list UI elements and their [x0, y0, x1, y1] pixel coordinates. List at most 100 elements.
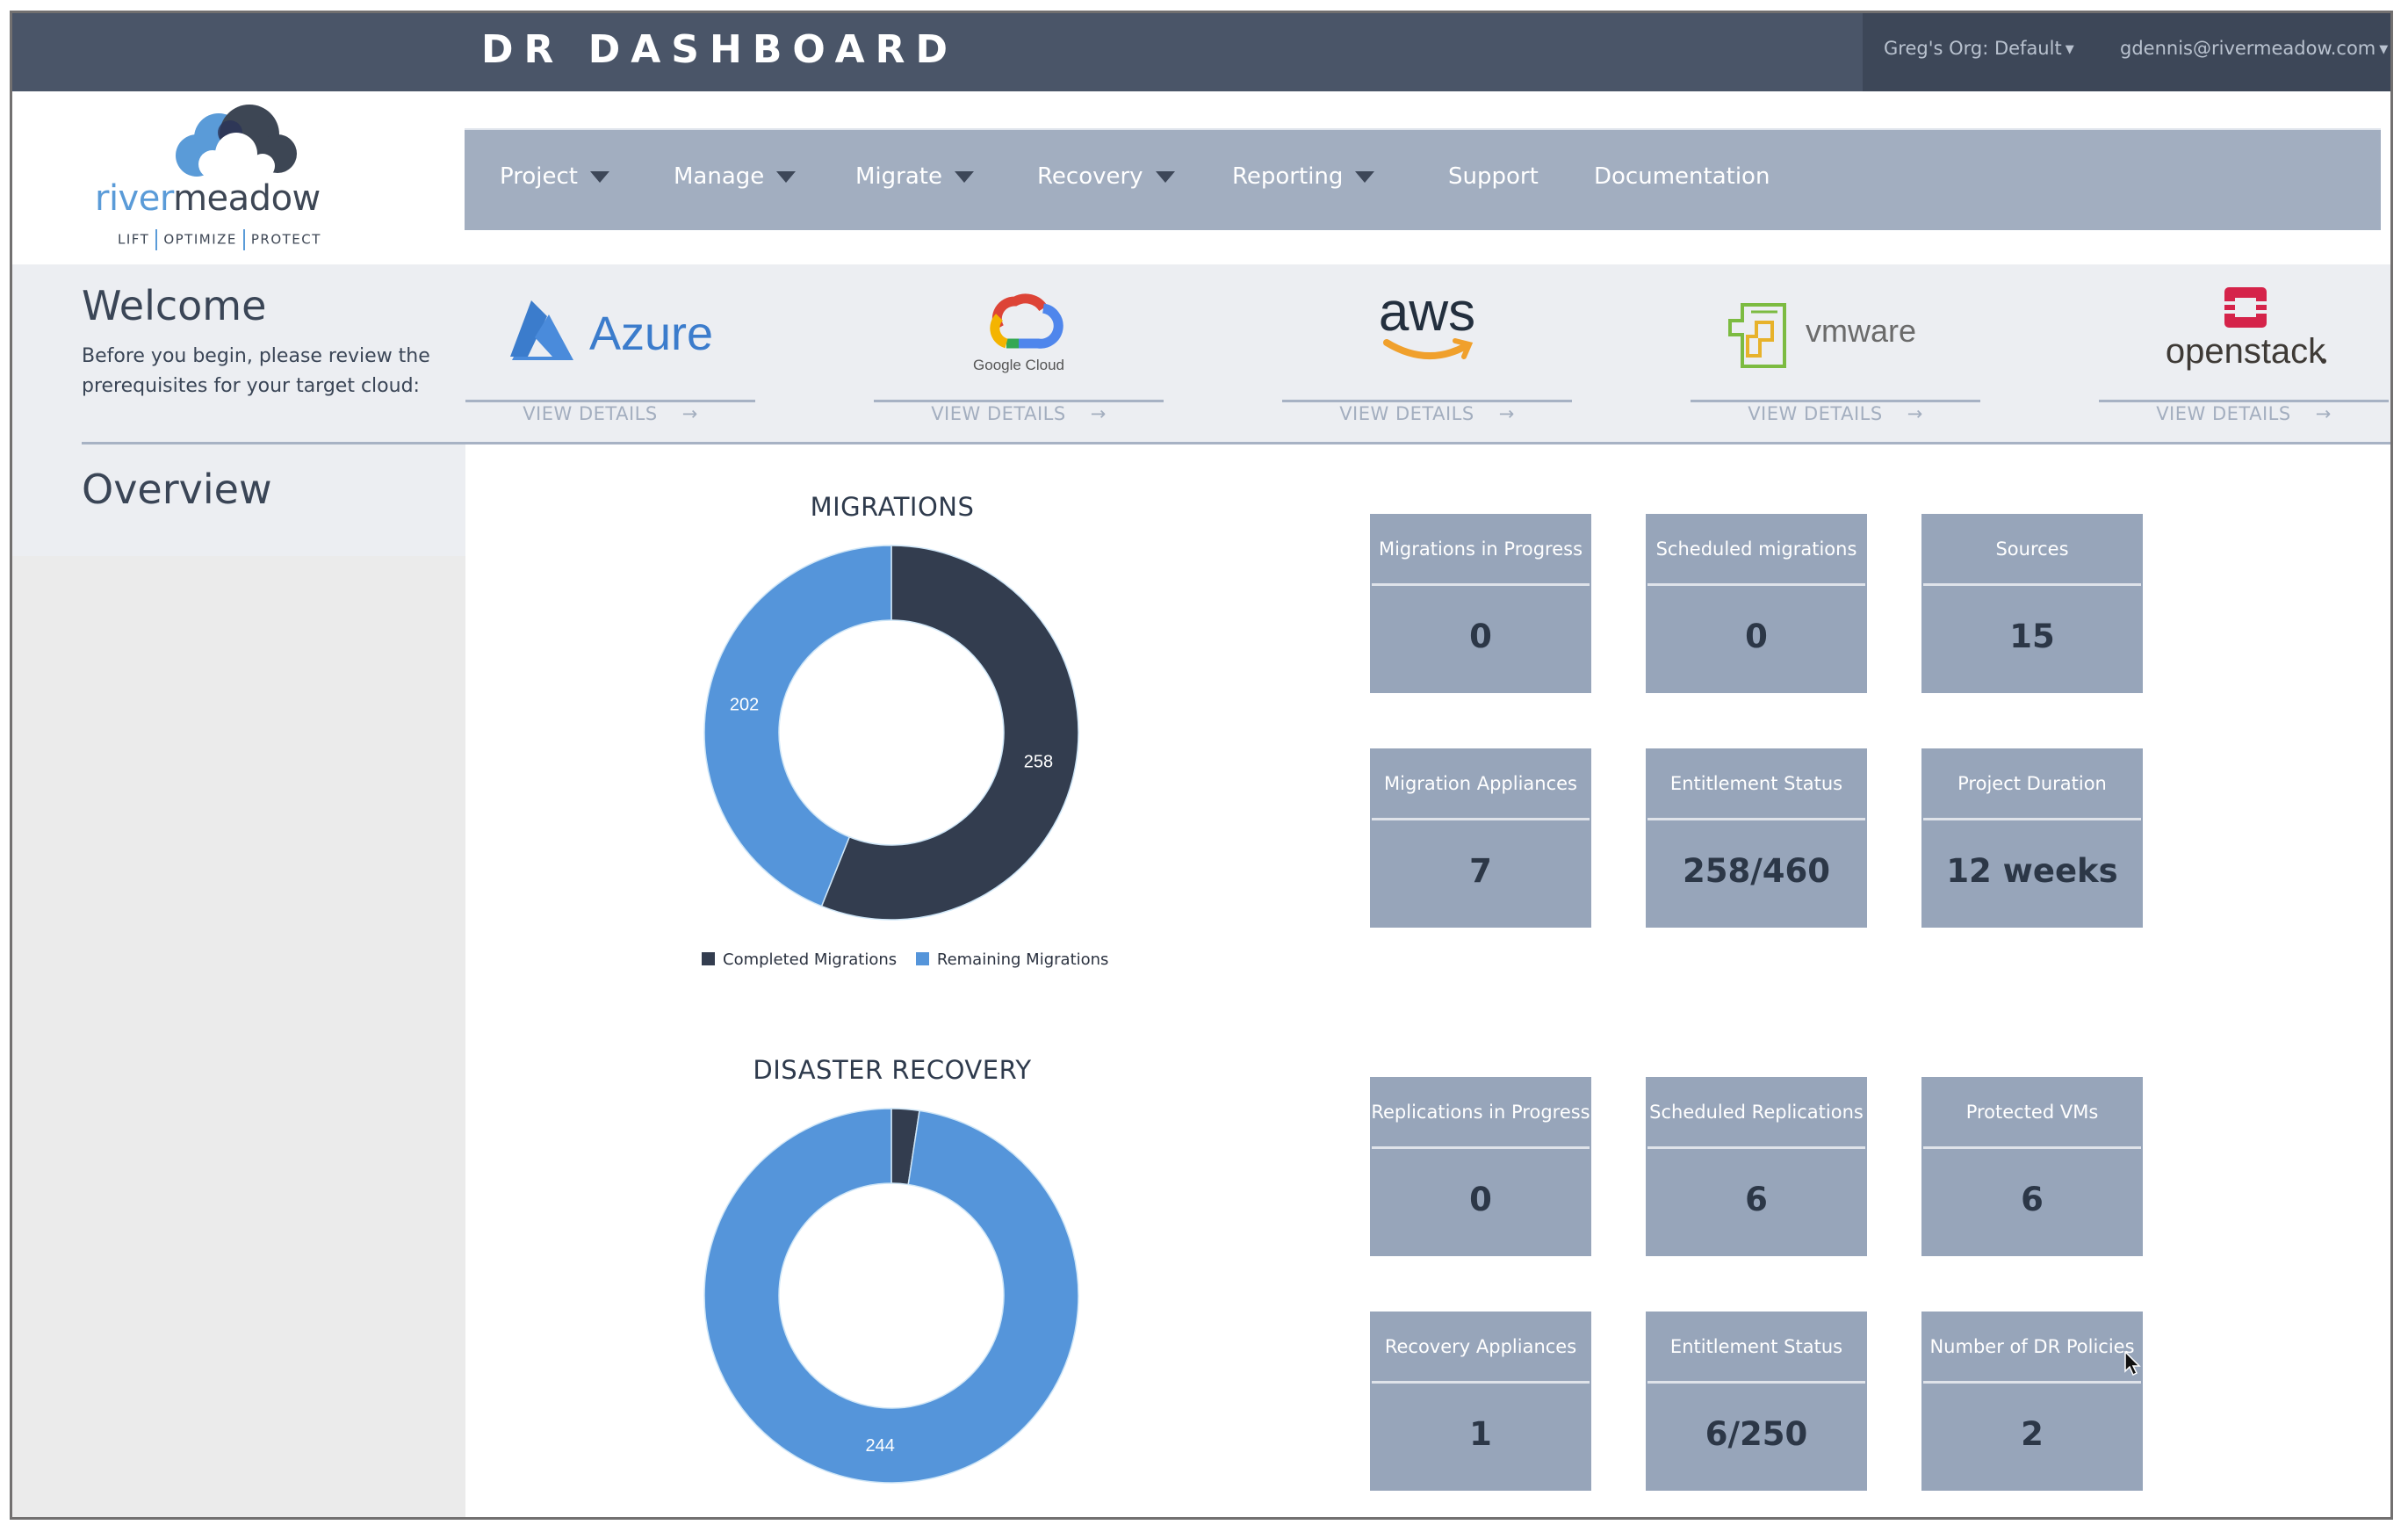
cloud-card-openstack: openstack VIEW DETAILS →	[2099, 264, 2389, 440]
cloud-card-google: Google Cloud VIEW DETAILS →	[874, 264, 1164, 440]
view-details-openstack-link[interactable]: VIEW DETAILS →	[2099, 403, 2389, 424]
stat-value: 0	[1469, 618, 1492, 655]
stat-value: 2	[2021, 1415, 2044, 1453]
legend-item-completed[interactable]: Completed Migrations	[702, 950, 897, 969]
nav-manage[interactable]: Manage	[674, 163, 797, 190]
vmware-logo: vmware	[1691, 282, 1980, 379]
divider	[874, 400, 1164, 402]
stat-label: Protected VMs	[1965, 1102, 2099, 1123]
legend-swatch	[702, 952, 715, 965]
cloud-logo-icon	[176, 105, 297, 184]
stat-replications-in-progress[interactable]: Replications in Progress 0	[1370, 1077, 1591, 1256]
cloud-card-vmware: vmware VIEW DETAILS →	[1691, 264, 1980, 440]
divider	[2099, 400, 2389, 402]
caret-down-icon	[1155, 171, 1175, 183]
openstack-icon: openstack	[2166, 287, 2326, 371]
stat-entitlement-status[interactable]: Entitlement Status 258/460	[1646, 748, 1867, 928]
stat-value: 7	[1469, 852, 1492, 890]
stat-label: Number of DR Policies	[1929, 1336, 2135, 1357]
welcome-section: Welcome Before you begin, please review …	[12, 264, 2390, 444]
nav-documentation[interactable]: Documentation	[1594, 163, 1770, 190]
nav-reporting[interactable]: Reporting	[1232, 163, 1375, 190]
stat-scheduled-replications[interactable]: Scheduled Replications 6	[1646, 1077, 1867, 1256]
stat-recovery-appliances[interactable]: Recovery Appliances 1	[1370, 1312, 1591, 1491]
view-details-google-link[interactable]: VIEW DETAILS →	[874, 403, 1164, 424]
stat-label: Sources	[1995, 538, 2069, 560]
donut-slice-remaining[interactable]	[703, 1108, 1079, 1484]
stat-value: 258/460	[1683, 852, 1830, 890]
aws-icon: aws	[1379, 286, 1475, 359]
mouse-cursor-icon	[2124, 1351, 2141, 1377]
main-nav: Project Manage Migrate Recovery Reportin…	[465, 128, 2381, 230]
caret-down-icon	[954, 171, 974, 183]
stat-value: 6	[1745, 1181, 1768, 1218]
logo-wordmark: rivermeadow	[95, 178, 321, 219]
view-details-aws-link[interactable]: VIEW DETAILS →	[1282, 403, 1572, 424]
stat-value: 0	[1469, 1181, 1492, 1218]
aws-logo: aws	[1282, 282, 1572, 379]
stat-label: Scheduled migrations	[1655, 538, 1857, 560]
arrow-right-icon: →	[1498, 403, 1515, 424]
nav-project[interactable]: Project	[500, 163, 609, 190]
caret-down-icon: ▼	[2379, 42, 2389, 56]
stat-label: Scheduled Replications	[1649, 1102, 1864, 1123]
user-menu-label: gdennis@rivermeadow.com	[2120, 38, 2376, 59]
svg-text:aws: aws	[1379, 286, 1475, 343]
stat-label: Recovery Appliances	[1384, 1336, 1577, 1357]
legend-swatch	[915, 952, 929, 965]
stat-value: 0	[1745, 618, 1768, 655]
sidebar-panel	[12, 556, 465, 1517]
arrow-right-icon: →	[1090, 403, 1107, 424]
sidebar-overview: Overview	[12, 444, 465, 556]
migrations-legend: Completed Migrations Remaining Migration…	[702, 950, 1122, 969]
view-details-azure-link[interactable]: VIEW DETAILS →	[465, 403, 755, 424]
arrow-right-icon: →	[681, 403, 698, 424]
svg-text:Azure: Azure	[589, 307, 713, 360]
donut-data-label: 202	[730, 696, 759, 715]
svg-text:Google Cloud: Google Cloud	[973, 357, 1064, 373]
stat-scheduled-migrations[interactable]: Scheduled migrations 0	[1646, 514, 1867, 693]
view-details-vmware-link[interactable]: VIEW DETAILS →	[1691, 403, 1980, 424]
stat-label: Project Duration	[1957, 773, 2107, 794]
nav-support[interactable]: Support	[1448, 163, 1539, 190]
stat-label: Migration Appliances	[1384, 773, 1577, 794]
migrations-donut-chart: 258 202	[703, 545, 1079, 921]
arrow-right-icon: →	[2315, 403, 2332, 424]
arrow-right-icon: →	[1907, 403, 1923, 424]
user-panel: Greg's Org: Default ▼ gdennis@rivermeadow…	[1863, 13, 2390, 91]
caret-down-icon	[589, 171, 609, 183]
stat-project-duration[interactable]: Project Duration 12 weeks	[1921, 748, 2143, 928]
stat-label: Migrations in Progress	[1378, 538, 1583, 560]
rivermeadow-logo[interactable]: rivermeadow LIFT OPTIMIZE PROTECT	[83, 101, 346, 259]
user-menu[interactable]: gdennis@rivermeadow.com ▼	[2120, 38, 2388, 59]
stat-dr-policies[interactable]: Number of DR Policies 2	[1921, 1312, 2143, 1491]
stat-value: 12 weeks	[1946, 852, 2118, 890]
nav-recovery[interactable]: Recovery	[1037, 163, 1175, 190]
stat-label: Entitlement Status	[1669, 1336, 1843, 1357]
org-selector[interactable]: Greg's Org: Default ▼	[1884, 38, 2074, 59]
svg-text:vmware: vmware	[1806, 313, 1916, 349]
stat-value: 6/250	[1705, 1415, 1808, 1453]
org-selector-label: Greg's Org: Default	[1884, 38, 2062, 59]
divider	[1282, 400, 1572, 402]
google-cloud-icon: Google Cloud	[973, 293, 1064, 373]
welcome-text: Before you begin, please review the prer…	[82, 345, 430, 397]
stat-sources[interactable]: Sources 15	[1921, 514, 2143, 693]
stat-value: 15	[2009, 618, 2055, 655]
legend-item-remaining[interactable]: Remaining Migrations	[915, 950, 1108, 969]
stat-migration-appliances[interactable]: Migration Appliances 7	[1370, 748, 1591, 928]
caret-down-icon: ▼	[2065, 42, 2074, 56]
nav-migrate[interactable]: Migrate	[855, 163, 974, 190]
stat-dr-entitlement-status[interactable]: Entitlement Status 6/250	[1646, 1312, 1867, 1491]
stat-label: Entitlement Status	[1669, 773, 1843, 794]
stat-value: 1	[1469, 1415, 1492, 1453]
svg-text:openstack: openstack	[2166, 332, 2326, 371]
stat-migrations-in-progress[interactable]: Migrations in Progress 0	[1370, 514, 1591, 693]
top-header: DR DASHBOARD Greg's Org: Default ▼ gdenni…	[12, 13, 2390, 91]
welcome-title: Welcome	[82, 282, 267, 329]
donut-data-label: 244	[865, 1436, 894, 1456]
caret-down-icon	[1355, 171, 1375, 183]
stat-protected-vms[interactable]: Protected VMs 6	[1921, 1077, 2143, 1256]
dr-donut-chart: 244	[703, 1108, 1079, 1484]
vmware-icon: vmware	[1728, 303, 1916, 368]
